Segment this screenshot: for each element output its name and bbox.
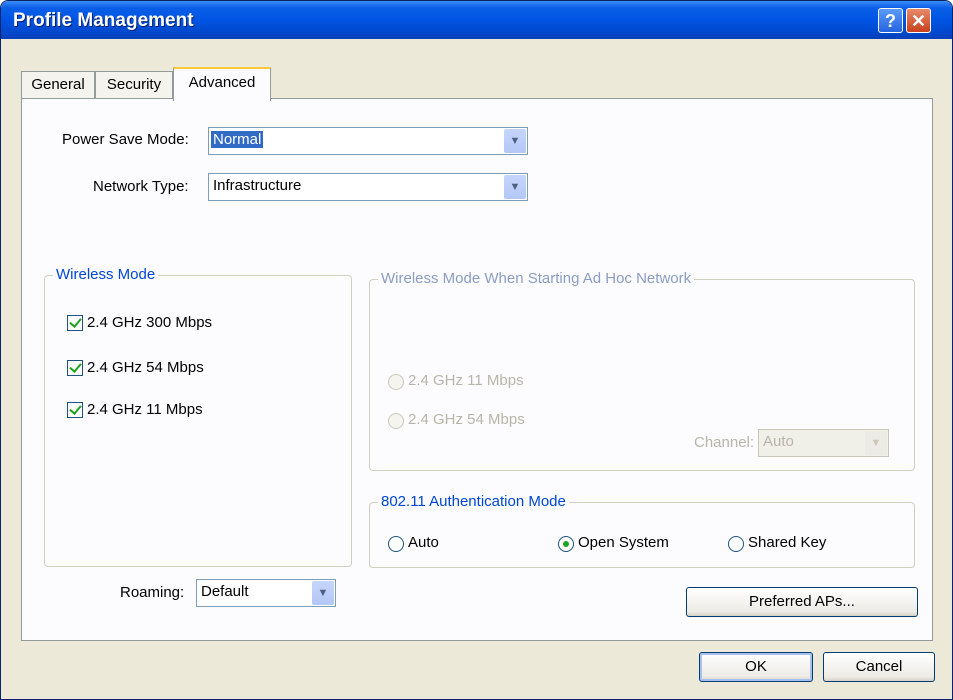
help-icon: ? bbox=[885, 11, 896, 31]
preferred-aps-button[interactable]: Preferred APs... bbox=[686, 587, 918, 617]
roaming-label: Roaming: bbox=[120, 584, 185, 601]
power-save-mode-label: Power Save Mode: bbox=[62, 131, 189, 148]
roaming-value: Default bbox=[201, 583, 249, 600]
power-save-mode-value: Normal bbox=[211, 131, 264, 148]
title-bar[interactable]: Profile Management ? ✕ bbox=[1, 1, 952, 39]
wireless-mode-legend: Wireless Mode bbox=[53, 266, 159, 283]
network-type-value: Infrastructure bbox=[213, 177, 302, 194]
radio-icon bbox=[388, 536, 404, 552]
chevron-down-icon[interactable]: ▼ bbox=[865, 431, 887, 455]
wireless-mode-group: Wireless Mode 2.4 GHz 300 Mbps 2.4 GHz 5… bbox=[44, 266, 352, 567]
adhoc-wireless-mode-legend: Wireless Mode When Starting Ad Hoc Netwo… bbox=[378, 270, 695, 287]
checkbox-checked-icon bbox=[67, 402, 83, 418]
network-type-select[interactable]: Infrastructure ▼ bbox=[208, 173, 528, 201]
close-button[interactable]: ✕ bbox=[906, 8, 931, 33]
help-button[interactable]: ? bbox=[878, 8, 903, 33]
network-type-label: Network Type: bbox=[93, 178, 189, 195]
power-save-mode-select[interactable]: Normal ▼ bbox=[208, 127, 528, 155]
advanced-tab-panel: Power Save Mode: Normal ▼ Network Type: … bbox=[21, 98, 933, 641]
profile-management-dialog: Profile Management ? ✕ General Security … bbox=[0, 0, 953, 700]
radio-icon bbox=[388, 413, 404, 429]
radio-selected-icon bbox=[558, 536, 574, 552]
chevron-down-icon[interactable]: ▼ bbox=[504, 129, 526, 153]
chevron-down-icon[interactable]: ▼ bbox=[504, 175, 526, 199]
chevron-down-icon[interactable]: ▼ bbox=[312, 581, 334, 605]
auth-mode-legend: 802.11 Authentication Mode bbox=[378, 493, 569, 510]
adhoc-wireless-mode-group: Wireless Mode When Starting Ad Hoc Netwo… bbox=[369, 270, 915, 471]
checkbox-checked-icon bbox=[67, 315, 83, 331]
channel-value: Auto bbox=[763, 433, 794, 450]
tab-security[interactable]: Security bbox=[95, 71, 173, 99]
cancel-button[interactable]: Cancel bbox=[823, 652, 935, 682]
checkbox-checked-icon bbox=[67, 360, 83, 376]
ok-button[interactable]: OK bbox=[699, 652, 813, 682]
channel-label: Channel: bbox=[694, 434, 755, 451]
close-icon: ✕ bbox=[910, 11, 927, 31]
channel-select[interactable]: Auto ▼ bbox=[758, 429, 889, 457]
tab-general[interactable]: General bbox=[21, 71, 95, 99]
radio-icon bbox=[388, 374, 404, 390]
tab-advanced[interactable]: Advanced bbox=[173, 67, 271, 101]
auth-mode-group: 802.11 Authentication Mode Auto Open Sys… bbox=[369, 493, 915, 568]
roaming-select[interactable]: Default ▼ bbox=[196, 579, 336, 607]
radio-icon bbox=[728, 536, 744, 552]
window-title: Profile Management bbox=[13, 10, 194, 31]
